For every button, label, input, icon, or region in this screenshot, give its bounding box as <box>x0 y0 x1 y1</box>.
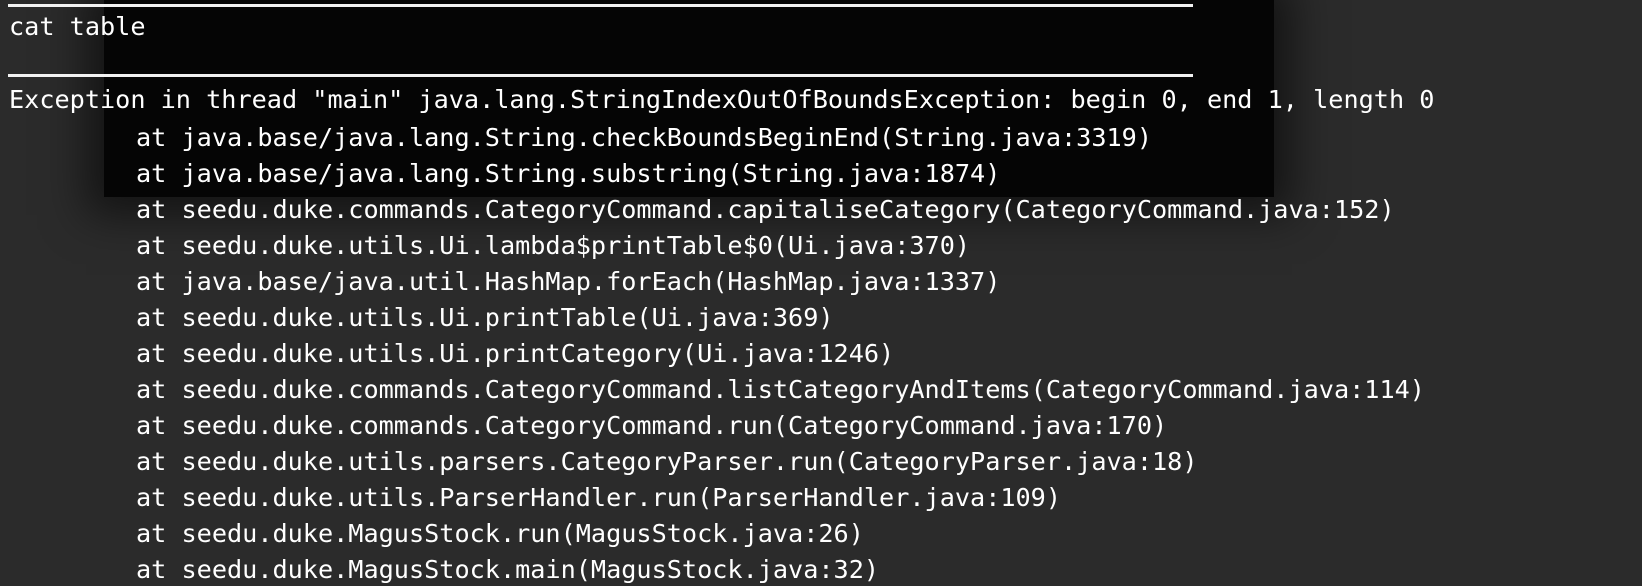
stack-trace: at java.base/java.lang.String.checkBound… <box>136 120 1425 586</box>
stack-trace-line: at seedu.duke.utils.Ui.printCategory(Ui.… <box>136 339 895 368</box>
stack-trace-line: at seedu.duke.MagusStock.run(MagusStock.… <box>136 519 864 548</box>
stack-trace-line: at seedu.duke.commands.CategoryCommand.l… <box>136 375 1425 404</box>
stack-trace-line: at java.base/java.lang.String.substring(… <box>136 159 1001 188</box>
stack-trace-line: at java.base/java.util.HashMap.forEach(H… <box>136 267 1001 296</box>
stack-trace-line: at seedu.duke.MagusStock.main(MagusStock… <box>136 555 880 584</box>
separator-line-top <box>8 4 1193 7</box>
stack-trace-line: at java.base/java.lang.String.checkBound… <box>136 123 1152 152</box>
separator-line-bottom <box>8 74 1193 77</box>
stack-trace-line: at seedu.duke.commands.CategoryCommand.c… <box>136 195 1395 224</box>
command-line: cat table <box>9 12 146 41</box>
terminal-output: cat table Exception in thread "main" jav… <box>0 0 1642 586</box>
stack-trace-line: at seedu.duke.commands.CategoryCommand.r… <box>136 411 1168 440</box>
stack-trace-line: at seedu.duke.utils.Ui.printTable(Ui.jav… <box>136 303 834 332</box>
stack-trace-line: at seedu.duke.utils.ParserHandler.run(Pa… <box>136 483 1062 512</box>
exception-message: Exception in thread "main" java.lang.Str… <box>9 85 1435 114</box>
stack-trace-line: at seedu.duke.utils.Ui.lambda$printTable… <box>136 231 971 260</box>
stack-trace-line: at seedu.duke.utils.parsers.CategoryPars… <box>136 447 1198 476</box>
